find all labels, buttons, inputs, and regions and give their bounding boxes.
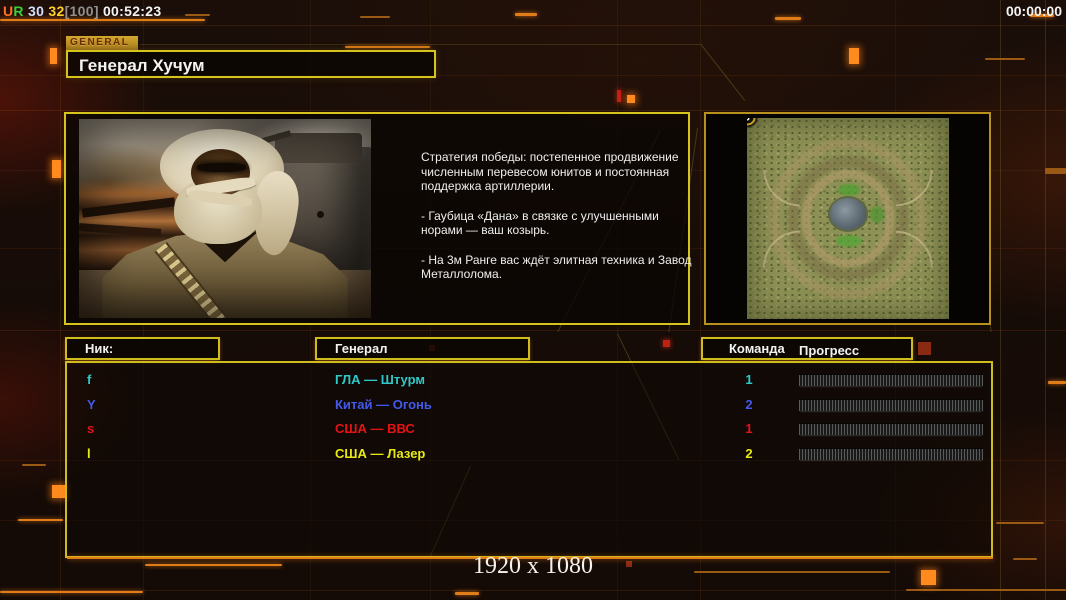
player-row: f ГЛА — Штурм 1 <box>67 369 991 394</box>
score-readout: UR 30 32[100] 00:52:23 <box>3 3 161 19</box>
glow-square <box>617 90 621 102</box>
column-header-progress: Прогресс <box>799 343 860 358</box>
player-team: 1 <box>745 421 753 436</box>
player-row: s США — ВВС 1 <box>67 418 991 443</box>
general-info-panel: Стратегия победы: постепенное продвижени… <box>64 112 692 325</box>
portrait-vignette <box>79 119 371 318</box>
glow-line <box>906 589 1066 591</box>
glow-line <box>515 13 537 16</box>
glow-square <box>918 342 931 355</box>
player-row: l США — Лазер 2 <box>67 443 991 468</box>
circuit-trace <box>60 0 61 600</box>
circuit-trace <box>1045 0 1046 600</box>
briefing-text: Стратегия победы: постепенное продвижени… <box>421 150 699 297</box>
match-timer: 00:00:00 <box>1005 3 1062 19</box>
column-header-team: Команда <box>729 341 785 356</box>
glow-line <box>22 464 46 466</box>
minimap: 2413$$$$$$$$$$$$ <box>747 118 949 319</box>
player-progress-bar <box>799 447 983 460</box>
general-title-box: Генерал Хучум <box>66 50 436 78</box>
glow-line <box>775 17 801 20</box>
player-team: 2 <box>745 396 753 412</box>
glow-line <box>985 58 1025 60</box>
general-name: Генерал Хучум <box>79 56 205 75</box>
player-general: Китай — Огонь <box>335 396 432 412</box>
minimap-vignette <box>747 118 949 319</box>
circuit-trace <box>1000 0 1001 600</box>
glow-line <box>455 592 479 595</box>
briefing-paragraph: - На 3м Ранге вас ждёт элитная техника и… <box>421 252 692 282</box>
player-progress-bar <box>799 423 983 435</box>
briefing-paragraph: - Гаубица «Дана» в связке с улучшенными … <box>421 208 659 238</box>
glow-square <box>849 48 859 64</box>
players-table: f ГЛА — Штурм 1 Y Китай — Огонь 2 s США — ВВС 1 l… <box>65 361 993 558</box>
column-header-nick: Ник: <box>65 337 220 360</box>
player-nick: f <box>87 372 92 387</box>
general-portrait <box>79 119 371 318</box>
circuit-trace <box>140 44 700 45</box>
player-general: ГЛА — Штурм <box>335 372 425 387</box>
player-nick: l <box>87 445 91 461</box>
score-value1: 30 <box>23 3 49 19</box>
player-row: Y Китай — Огонь 2 <box>67 394 991 419</box>
glow-line <box>0 591 143 593</box>
glow-square <box>52 160 61 178</box>
glow-square <box>663 340 670 347</box>
briefing-paragraph: Стратегия победы: постепенное продвижени… <box>421 150 679 193</box>
player-general: США — Лазер <box>335 445 426 461</box>
glow-line <box>1048 381 1066 384</box>
player-team: 2 <box>745 445 753 461</box>
glow-line <box>1045 168 1066 174</box>
glow-line <box>18 519 63 521</box>
general-tab-label: GENERAL <box>66 36 138 50</box>
glow-line <box>360 16 390 18</box>
loading-screen: UR 30 32[100] 00:52:23 00:00:00 GENERAL … <box>0 0 1066 600</box>
glow-square <box>50 48 57 64</box>
glow-square <box>627 95 635 103</box>
score-u: U <box>3 3 14 19</box>
column-header-general: Генерал <box>315 337 530 360</box>
column-header-team-progress: Команда Прогресс <box>701 337 913 360</box>
player-progress-bar <box>799 398 983 411</box>
player-team: 1 <box>745 372 753 387</box>
session-time: 00:52:23 <box>98 3 162 19</box>
score-value2: 32 <box>48 3 65 19</box>
circuit-trace <box>0 330 1066 331</box>
glow-square <box>52 485 65 498</box>
resolution-label: 1920 x 1080 <box>473 553 593 579</box>
player-nick: Y <box>87 396 96 412</box>
minimap-panel: 2413$$$$$$$$$$$$ <box>704 112 991 325</box>
glow-line <box>0 19 205 21</box>
glow-line <box>345 46 430 48</box>
glow-line <box>185 14 210 16</box>
player-general: США — ВВС <box>335 421 415 436</box>
player-progress-bar <box>799 374 983 386</box>
score-bracket: [100] <box>64 3 99 19</box>
player-nick: s <box>87 421 95 436</box>
circuit-trace <box>0 25 1066 26</box>
circuit-trace <box>0 110 1066 111</box>
glow-line <box>996 522 1044 524</box>
score-r: R <box>13 3 24 19</box>
